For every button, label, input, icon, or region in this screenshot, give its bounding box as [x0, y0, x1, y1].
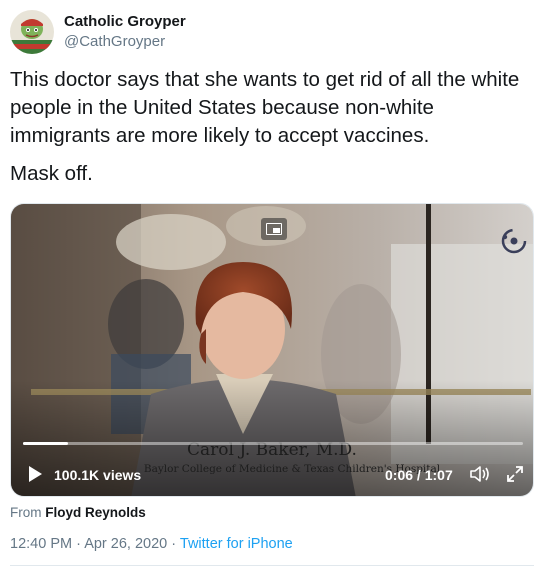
tweet-metadata: 12:40 PM · Apr 26, 2020 · Twitter for iP…	[10, 536, 293, 552]
play-icon[interactable]	[25, 464, 45, 484]
video-elapsed: 0:06	[385, 467, 414, 483]
expand-icon[interactable]	[505, 464, 525, 484]
video-progress-fill	[23, 442, 68, 445]
tweet-source-link[interactable]: Twitter for iPhone	[180, 536, 293, 552]
video-progress-bar[interactable]	[23, 442, 523, 445]
picture-in-picture-icon[interactable]	[261, 218, 287, 240]
author-handle[interactable]: @CathGroyper	[64, 32, 186, 52]
volume-icon[interactable]	[469, 464, 491, 484]
divider	[10, 565, 534, 566]
tweet-header: Catholic Groyper @CathGroyper	[10, 7, 186, 57]
video-controls: 100.1K views 0:06 / 1:07	[11, 452, 533, 496]
meta-separator: ·	[76, 536, 81, 552]
view-count: 100.1K views	[54, 467, 142, 483]
tweet-body: This doctor says that she wants to get r…	[10, 66, 530, 198]
video-duration: 1:07	[424, 467, 453, 483]
tweet-time[interactable]: 12:40 PM	[10, 536, 72, 552]
tweet-text-paragraph: This doctor says that she wants to get r…	[10, 68, 520, 147]
avatar[interactable]	[10, 10, 54, 54]
loading-icon	[501, 228, 527, 254]
video-player[interactable]: Carol J. Baker, M.D. Baylor College of M…	[10, 203, 534, 497]
meta-separator: ·	[171, 536, 177, 552]
tweet-text-paragraph: Mask off.	[10, 162, 93, 185]
tweet-date[interactable]: Apr 26, 2020	[84, 536, 167, 552]
video-attribution: From Floyd Reynolds	[10, 505, 146, 520]
video-time: 0:06 / 1:07	[385, 467, 453, 483]
attribution-name[interactable]: Floyd Reynolds	[45, 505, 146, 520]
author-display-name[interactable]: Catholic Groyper	[64, 12, 186, 32]
attribution-prefix: From	[10, 505, 42, 520]
